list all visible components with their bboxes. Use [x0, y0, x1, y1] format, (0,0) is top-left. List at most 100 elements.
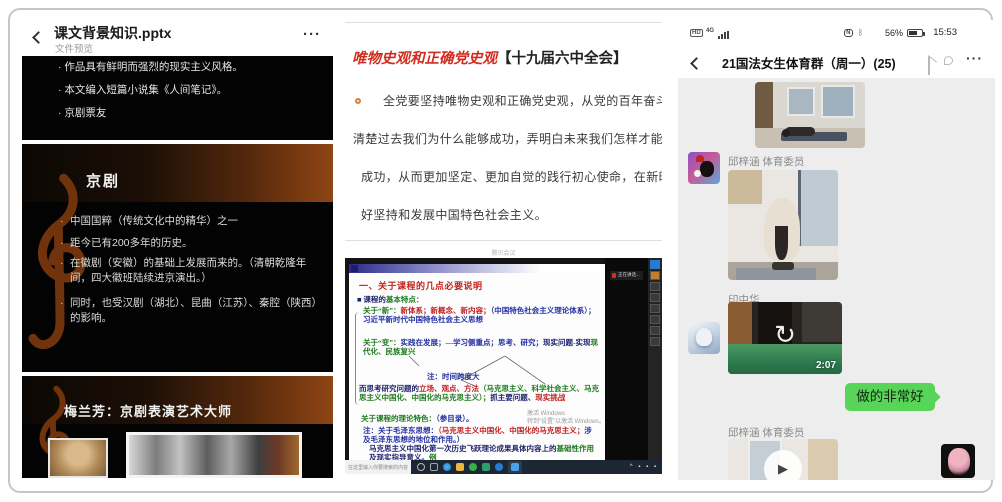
slide-line-mao: 注：关于毛泽东思想：（马克思主义中国化、中国化的马克思主义；涉及毛泽东思想的地位… [363, 426, 599, 444]
page-divider [345, 22, 662, 23]
paragraph-line: 好坚持和发展中国特色社会主义。 [361, 206, 547, 223]
windows-taskbar: 在这里输入你要搜索的内容 ^ ▪ ▪ ▪ [345, 460, 662, 474]
mei-lanfang-portrait-photo [48, 438, 108, 478]
battery-percent: 56% [885, 28, 903, 38]
participant-thumbnail-strip [648, 258, 662, 474]
slide-note-timespan: 注：时间跨度大 [427, 372, 480, 381]
meeting-video-area [605, 258, 648, 460]
pptx-slide-2: 京剧 ·中国国粹（传统文化中的精华）之一 ·距今已有200多年的历史。 ·在徽剧… [22, 144, 333, 372]
participant-thumbnail [650, 326, 660, 335]
document-panel: 唯物史观和正确党史观【十九届六中全会】 全党要坚持唯物史观和正确党史观，从党的百… [345, 22, 662, 474]
slide2-bullet: ·距今已有200多年的历史。 [60, 236, 324, 251]
heading-bracket-text: 【十九届六中全会】 [497, 51, 628, 67]
replay-icon: ↻ [774, 320, 796, 351]
slide-line-features: ■ 课程的基本特点： [357, 295, 423, 304]
wechat-icon [469, 463, 477, 471]
bullet-icon: · [58, 107, 62, 119]
bullet-icon: · [60, 214, 64, 229]
task-view-icon [430, 463, 438, 471]
slide2-bullet: ·同时，也受汉剧（湖北）、昆曲（江苏）、秦腔（陕西）的影响。 [60, 296, 324, 326]
bullet-icon: · [60, 296, 64, 311]
opera-performance-photo [126, 432, 302, 478]
video-thumbnail[interactable] [755, 82, 865, 148]
slide3-title: 梅兰芳：京剧表演艺术大师 [64, 401, 232, 420]
video-thumbnail[interactable]: ↻ 2:07 [728, 302, 842, 374]
paragraph-line: 成功，从而更加坚定、更加自觉的践行初心使命，在新时代更 [361, 168, 662, 185]
participant-thumbnail [650, 337, 660, 346]
sender-name: 邱梓涵 体育委员 [728, 154, 804, 169]
paragraph-line: 全党要坚持唯物史观和正确党史观，从党的百年奋斗中看 [383, 92, 662, 109]
participant-thumbnail [650, 282, 660, 291]
slide2-bullet: ·在徽剧（安徽）的基础上发展而来的。（清朝乾隆年间，四大徽班陆续进京演出。） [60, 256, 324, 286]
speaking-indicator: 正在讲话... [610, 271, 643, 280]
file-title: 课文背景知识.pptx [54, 23, 171, 43]
sender-name: 邱梓涵 体育委员 [728, 425, 804, 440]
pptx-slide-3: 梅兰芳：京剧表演艺术大师 [22, 376, 333, 478]
phone-status-bar: HD 4G N ᛒ 56% 15:53 [678, 26, 995, 44]
square-bullet-icon: ■ [357, 295, 362, 304]
participant-thumbnail [650, 304, 660, 313]
cortana-icon [417, 463, 425, 471]
paragraph-line: 清楚过去我们为什么能够成功，弄明白未来我们怎样才能继 [353, 130, 662, 147]
paragraph-bullet-icon [355, 98, 361, 104]
slide-line-leap: 马克思主义中国化第一次历史飞跃理论成果具体内容上的基础性作用及现实指导意义。例 [369, 444, 599, 460]
meeting-screenshot-image: 一、关于课程的几点必要说明 ■ 课程的基本特点： 关于“新”：新体系；新概念、新… [345, 258, 662, 474]
own-avatar[interactable] [941, 444, 975, 478]
tencent-meeting-watermark: 腾讯会议 [345, 248, 662, 257]
slide1-bullet: · 作品具有鲜明而强烈的现实主义风格。 [58, 59, 243, 74]
file-preview-label: 文件预览 [55, 41, 93, 55]
slide-line-theory: 关于课程的理论特色：（参目录）。 [361, 414, 474, 423]
file-preview-panel: 课文背景知识.pptx 文件预览 ··· · 作品具有鲜明而强烈的现实主义风格。… [22, 22, 333, 478]
taskbar-search-box: 在这里输入你要搜索的内容 [345, 460, 411, 474]
course-slide-title: 一、关于课程的几点必要说明 [359, 279, 483, 292]
participant-thumbnail [650, 260, 660, 269]
more-icon[interactable]: ··· [966, 50, 983, 66]
participant-thumbnail [650, 315, 660, 324]
bullet-icon: · [60, 236, 64, 251]
search-app-icon [495, 463, 503, 471]
avatar[interactable] [688, 152, 720, 184]
pptx-slide-1: · 作品具有鲜明而强烈的现实主义风格。 · 本文编入短篇小说集《人间笔记》。 ·… [22, 56, 333, 140]
earpiece-mode-icon [944, 56, 953, 65]
page-divider [345, 240, 662, 241]
slide-line-standpoint: 而思考研究问题的立场、观点、方法（马克思主义、科学社会主义、马克思主义中国化、中… [359, 384, 601, 402]
signal-bars-icon [718, 31, 732, 39]
file-explorer-icon [456, 463, 464, 471]
activate-windows-watermark: 激活 Windows 转到“设置”以激活 Windows。 [527, 410, 605, 426]
back-icon[interactable] [32, 31, 45, 44]
heading-red-text: 唯物史观和正确党史观 [352, 51, 497, 67]
avatar[interactable] [688, 322, 720, 354]
participant-thumbnail [650, 293, 660, 302]
system-tray: ^ ▪ ▪ ▪ [630, 464, 658, 470]
muted-notifications-icon [928, 56, 930, 75]
bullet-icon: · [58, 61, 62, 73]
slide2-bullet: ·中国国粹（传统文化中的精华）之一 [60, 214, 324, 229]
exercise-photo-thumbnail[interactable] [728, 170, 838, 280]
network-type: 4G [706, 28, 714, 34]
video-thumbnail[interactable]: ▶ [728, 439, 838, 480]
bullet-icon: · [60, 256, 64, 271]
status-time: 15:53 [933, 27, 957, 38]
group-chat-title: 21国法女生体育群（周一）(25) [722, 53, 896, 72]
more-icon[interactable]: ··· [303, 26, 321, 43]
chat-message-list[interactable]: 邱梓涵 体育委员 印中华 ↻ 2:07 做的非常好 邱梓涵 体育委员 ▶ [678, 78, 995, 480]
tencent-meeting-taskbar-icon [508, 461, 522, 473]
wechat-chat-panel: HD 4G N ᛒ 56% 15:53 21国法女生体育群（周一）(25) ··… [678, 20, 995, 480]
participant-thumbnail [650, 271, 660, 280]
bullet-icon: · [58, 84, 62, 96]
back-icon[interactable] [690, 57, 703, 70]
hd-icon: HD [690, 29, 703, 37]
slide1-bullet: · 本文编入短篇小说集《人间笔记》。 [58, 82, 227, 97]
slide-line-new: 关于“新”：新体系；新概念、新内容；（中国特色社会主义理论体系）；习近平新时代中… [363, 306, 601, 324]
slide-header-band [349, 264, 605, 273]
nfc-icon: N [844, 29, 853, 37]
sent-message-bubble[interactable]: 做的非常好 [845, 383, 935, 411]
file-preview-header: 课文背景知识.pptx 文件预览 ··· [22, 22, 333, 56]
screenshot-slide: 一、关于课程的几点必要说明 ■ 课程的基本特点： 关于“新”：新体系；新概念、新… [349, 264, 605, 460]
slide1-bullet: · 京剧票友 [58, 105, 106, 120]
video-duration: 2:07 [816, 360, 836, 371]
document-heading: 唯物史观和正确党史观【十九届六中全会】 [352, 47, 662, 68]
edge-browser-icon [443, 463, 451, 471]
battery-icon [907, 29, 923, 37]
slide2-title: 京剧 [86, 170, 120, 191]
